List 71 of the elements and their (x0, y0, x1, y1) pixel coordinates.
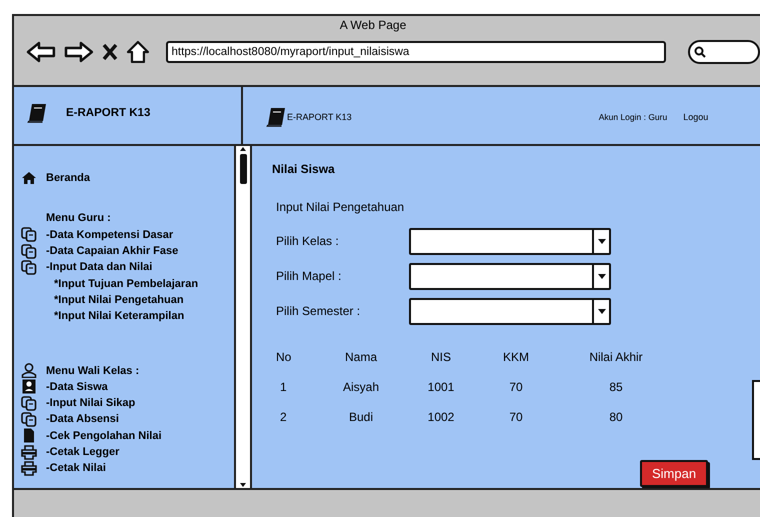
dropdown[interactable] (409, 228, 611, 254)
up-arrow-icon[interactable] (239, 146, 247, 152)
close-icon[interactable] (102, 43, 118, 61)
field-label: Pilih Semester : (275, 304, 362, 318)
back-icon[interactable] (26, 41, 56, 63)
menu-item[interactable]: -Cetak Legger (46, 446, 120, 458)
menu-heading: Menu Wali Kelas : (46, 364, 140, 377)
page-title: Nilai Siswa (272, 162, 335, 176)
menu-item[interactable]: Beranda (46, 172, 90, 184)
search-icon (694, 46, 706, 58)
table-cell-text: 70 (508, 380, 524, 396)
home-icon[interactable] (126, 40, 150, 64)
field-label: Pilih Kelas : (275, 234, 340, 248)
column-header: KKM (502, 350, 530, 366)
menu-item[interactable]: -Data Siswa (46, 380, 108, 393)
printer-icon (21, 444, 37, 460)
printer-icon (21, 460, 37, 476)
account-label: Akun Login : Guru (598, 112, 668, 122)
caret-icon (598, 238, 606, 244)
user-icon (21, 363, 37, 378)
logout-link[interactable]: Logou (683, 112, 708, 122)
table-cell-text: Aisyah (342, 380, 380, 396)
home-icon (22, 172, 36, 184)
caret-icon (598, 308, 606, 314)
copy-icon (21, 244, 37, 259)
copy-icon (21, 412, 37, 427)
app-title: E-RAPORT K13 (287, 112, 352, 122)
field-label: Pilih Mapel : (275, 269, 342, 283)
address-bar[interactable]: https://localhost8080/myraport/input_nilaisiswa (166, 41, 666, 63)
menu-item[interactable]: -Input Nilai Sikap (46, 397, 136, 410)
table-cell-text: 70 (508, 410, 524, 426)
menu-item[interactable]: -Data Kompetensi Dasar (46, 228, 174, 241)
book-icon (265, 106, 287, 126)
user-icon (21, 379, 37, 394)
table-cell-text: 1001 (426, 380, 456, 396)
table-cell-text: 1002 (426, 410, 456, 426)
scrollbar[interactable] (234, 146, 252, 488)
column-header: NIS (430, 350, 452, 366)
window-title: A Web Page (338, 17, 408, 34)
submenu-item[interactable]: *Input Nilai Keterampilan (54, 310, 184, 322)
copy-icon (21, 260, 37, 275)
section-title: Input Nilai Pengetahuan (276, 200, 404, 214)
column-header: No (276, 350, 292, 366)
submenu-item[interactable]: *Input Nilai Pengetahuan (54, 294, 184, 306)
table-cell-text: 85 (608, 380, 624, 396)
save-button[interactable]: Simpan (640, 460, 708, 487)
copy-icon (21, 227, 37, 242)
menu-item[interactable]: -Cetak Nilai (46, 462, 106, 474)
brand-name: E-RAPORT K13 (66, 106, 150, 118)
submenu-item[interactable]: *Input Tujuan Pembelajaran (54, 278, 198, 290)
menu-item[interactable]: -Data Absensi (46, 413, 119, 426)
table-cell-text: 80 (608, 410, 624, 426)
column-header: Nilai Akhir (588, 350, 644, 366)
dropdown[interactable] (409, 262, 611, 290)
down-arrow-icon[interactable] (239, 482, 247, 488)
search-field[interactable] (688, 40, 760, 64)
menu-item[interactable]: -Input Data dan Nilai (46, 261, 152, 274)
menu-item[interactable]: -Data Capaian Akhir Fase (46, 245, 178, 258)
forward-icon[interactable] (64, 41, 94, 63)
scroll-thumb[interactable] (240, 154, 246, 184)
menu-item[interactable]: -Cek Pengolahan Nilai (46, 430, 162, 442)
dropdown[interactable] (409, 298, 611, 324)
copy-icon (21, 396, 37, 411)
column-header: Nama (344, 350, 378, 366)
table-cell-text: 1 (279, 380, 288, 396)
document-icon (21, 428, 37, 444)
menu-heading: Menu Guru : (46, 212, 111, 224)
table-cell-text: 2 (279, 410, 288, 426)
table-cell-text: Budi (348, 410, 374, 426)
book-icon (26, 102, 48, 122)
caret-icon (598, 274, 606, 278)
